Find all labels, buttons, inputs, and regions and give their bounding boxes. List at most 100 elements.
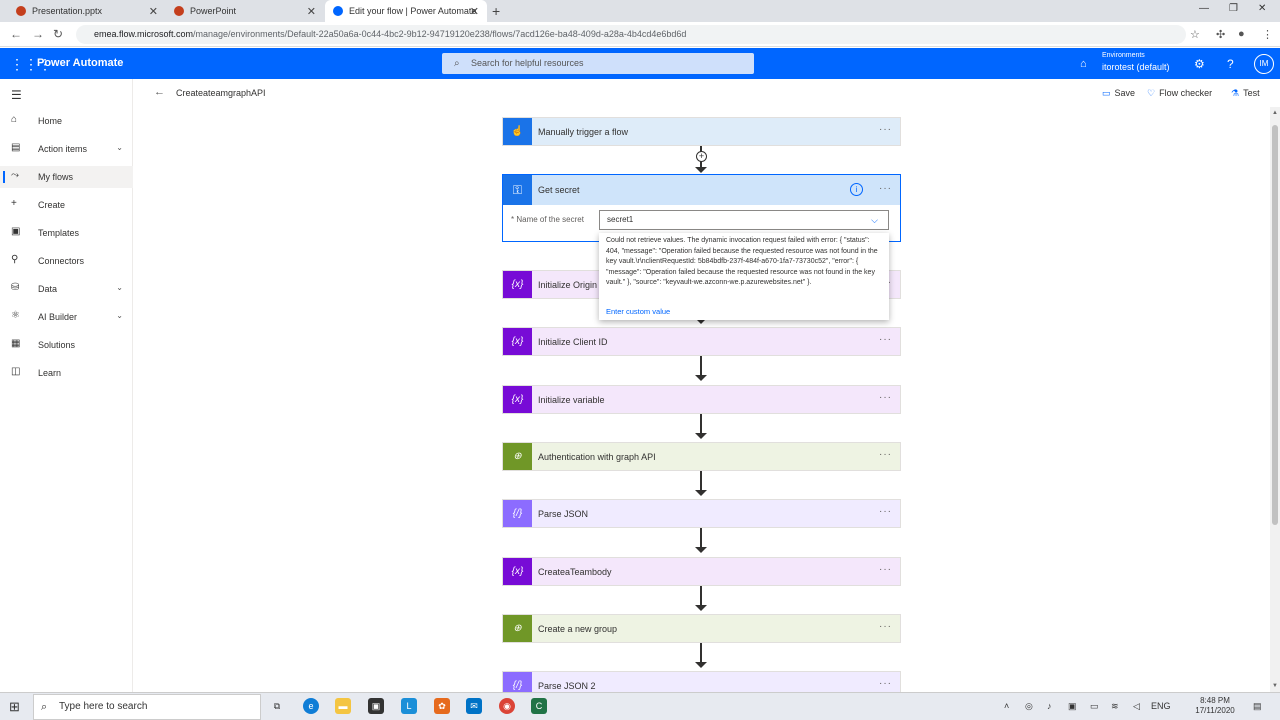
microphone-icon[interactable]: ♪ [1047, 701, 1052, 711]
terminal-icon[interactable]: C [531, 698, 547, 714]
flow-checker-button[interactable]: ♡ Flow checker [1147, 88, 1212, 99]
scroll-thumb[interactable] [1272, 125, 1278, 525]
close-icon[interactable]: ✕ [149, 5, 158, 18]
back-arrow-icon[interactable]: ← [154, 86, 165, 98]
windows-start-icon[interactable]: ⊞ [9, 699, 20, 715]
mail-icon[interactable]: ✉ [466, 698, 482, 714]
browser-tab-powerpoint[interactable]: PowerPoint ✕ [166, 0, 324, 22]
sidebar-item-label: Create [38, 200, 66, 210]
trigger-card[interactable]: ☝ Manually trigger a flow ··· [502, 117, 901, 146]
more-icon[interactable]: ··· [879, 506, 892, 517]
clipboard-icon: ▤ [11, 142, 21, 153]
tab-label: Presentation.pptx [32, 6, 103, 16]
scroll-down-icon[interactable]: ▼ [1272, 683, 1278, 689]
notifications-icon[interactable]: ▤ [1253, 701, 1262, 712]
http-icon: ⊕ [503, 615, 532, 642]
scroll-up-icon[interactable]: ▲ [1272, 110, 1278, 116]
maximize-icon[interactable]: ❐ [1229, 3, 1238, 14]
more-icon[interactable]: ··· [879, 621, 892, 632]
step-card[interactable]: ⊕ Authentication with graph API ··· [502, 442, 901, 471]
camera-icon[interactable]: ▣ [1068, 701, 1077, 712]
flow-name: CreateateamgraphAPI [176, 88, 266, 98]
tray-chevron-icon[interactable]: ˄ [1004, 701, 1009, 711]
volume-icon[interactable]: ◁ [1133, 701, 1140, 712]
profile-icon[interactable]: ● [1238, 28, 1245, 40]
hamburger-icon[interactable]: ☰ [11, 88, 22, 102]
extensions-icon[interactable]: ✣ [1216, 28, 1225, 41]
wifi-icon[interactable]: ≋ [1111, 701, 1119, 712]
close-icon[interactable]: ✕ [470, 5, 479, 18]
more-icon[interactable]: ··· [879, 183, 892, 194]
back-arrow-icon[interactable]: ← [10, 27, 22, 41]
search-icon: ⌕ [41, 701, 48, 713]
browser-tab-power-automate[interactable]: Edit your flow | Power Automate ✕ [325, 0, 487, 22]
step-card[interactable]: {/} Parse JSON ··· [502, 499, 901, 528]
sidebar-item-create[interactable]: + Create [0, 194, 133, 216]
more-icon[interactable]: ··· [879, 124, 892, 135]
sidebar-item-learn[interactable]: ◫ Learn [0, 362, 133, 384]
step-card[interactable]: {/} Parse JSON 2 ··· [502, 671, 901, 692]
info-icon[interactable]: i [850, 183, 863, 196]
minimize-icon[interactable]: — [1199, 3, 1209, 14]
secret-name-dropdown[interactable]: secret1 ⌵ [599, 210, 889, 230]
chrome-icon[interactable]: ◉ [499, 698, 515, 714]
sidebar-item-solutions[interactable]: ▦ Solutions [0, 334, 133, 356]
new-tab-icon[interactable]: + [492, 3, 500, 19]
step-card[interactable]: {x} Initialize Client ID ··· [502, 327, 901, 356]
paint-icon[interactable]: ✿ [434, 698, 450, 714]
clock[interactable]: 8:48 PM 17/11/2020 [1195, 696, 1235, 716]
sidebar-item-data[interactable]: ⛁ Data ⌄ [0, 278, 133, 300]
card-header[interactable]: ⚿ Get secret i ··· [503, 175, 900, 205]
store-icon[interactable]: ▣ [368, 698, 384, 714]
settings-icon[interactable]: ⚙ [1194, 57, 1205, 71]
step-card[interactable]: {x} Initialize variable ··· [502, 385, 901, 414]
more-icon[interactable]: ··· [879, 449, 892, 460]
card-title: Manually trigger a flow [538, 127, 629, 137]
forward-arrow-icon[interactable]: → [32, 27, 44, 41]
task-view-icon[interactable]: ⧉ [269, 698, 285, 714]
get-secret-card[interactable]: ⚿ Get secret i ··· * Name of the secret … [502, 174, 901, 242]
chevron-down-icon[interactable]: ⌄ [116, 283, 123, 292]
edge-icon[interactable]: e [303, 698, 319, 714]
window-close-icon[interactable]: ✕ [1258, 3, 1266, 14]
more-icon[interactable]: ··· [879, 334, 892, 345]
security-icon[interactable]: ◎ [1025, 701, 1033, 712]
left-nav: ☰ ⌂ Home ▤ Action items ⌄ ⤳ My flows + C… [0, 79, 133, 692]
url-field[interactable]: emea.flow.microsoft.com/manage/environme… [76, 25, 1186, 44]
chevron-down-icon[interactable]: ⌄ [116, 143, 123, 152]
more-icon[interactable]: ··· [879, 564, 892, 575]
sidebar-item-connectors[interactable]: ⚲ Connectors [0, 250, 133, 272]
more-icon[interactable]: ··· [879, 392, 892, 403]
browser-tab-presentation[interactable]: Presentation.pptx ✕ [8, 0, 166, 22]
help-icon[interactable]: ? [1227, 57, 1234, 71]
insert-step-icon[interactable]: + [696, 151, 707, 162]
browser-menu-icon[interactable]: ⋮ [1262, 28, 1273, 41]
save-button[interactable]: ▭ Save [1102, 88, 1135, 99]
sidebar-item-templates[interactable]: ▣ Templates [0, 222, 133, 244]
enter-custom-value-link[interactable]: Enter custom value [606, 307, 670, 316]
chevron-down-icon[interactable]: ⌄ [116, 311, 123, 320]
sidebar-item-ai-builder[interactable]: ⚛ AI Builder ⌄ [0, 306, 133, 328]
command-bar: ← CreateateamgraphAPI ▭ Save ♡ Flow checke… [134, 79, 1270, 107]
app-title[interactable]: Power Automate [37, 57, 123, 69]
file-explorer-icon[interactable]: ▬ [335, 698, 351, 714]
test-button[interactable]: ⚗ Test [1231, 88, 1260, 99]
sidebar-item-my-flows[interactable]: ⤳ My flows [0, 166, 133, 188]
chevron-down-icon[interactable]: ⌵ [871, 211, 878, 229]
more-icon[interactable]: ··· [879, 678, 892, 689]
sidebar-item-action-items[interactable]: ▤ Action items ⌄ [0, 138, 133, 160]
language-indicator[interactable]: ENG [1151, 701, 1171, 711]
step-card[interactable]: {x} CreateaTeambody ··· [502, 557, 901, 586]
star-icon[interactable]: ☆ [1190, 28, 1200, 41]
lync-icon[interactable]: L [401, 698, 417, 714]
reload-icon[interactable]: ↻ [53, 27, 63, 41]
close-icon[interactable]: ✕ [307, 5, 316, 18]
search-input[interactable]: ⌕ Search for helpful resources [442, 53, 754, 74]
sidebar-item-home[interactable]: ⌂ Home [0, 110, 133, 132]
taskbar-search-input[interactable]: ⌕ Type here to search [33, 694, 261, 720]
vertical-scrollbar[interactable]: ▲ ▼ [1270, 107, 1280, 692]
step-card[interactable]: ⊕ Create a new group ··· [502, 614, 901, 643]
sidebar-item-label: My flows [38, 172, 74, 182]
battery-icon[interactable]: ▭ [1090, 701, 1099, 712]
avatar[interactable]: IM [1254, 54, 1274, 74]
